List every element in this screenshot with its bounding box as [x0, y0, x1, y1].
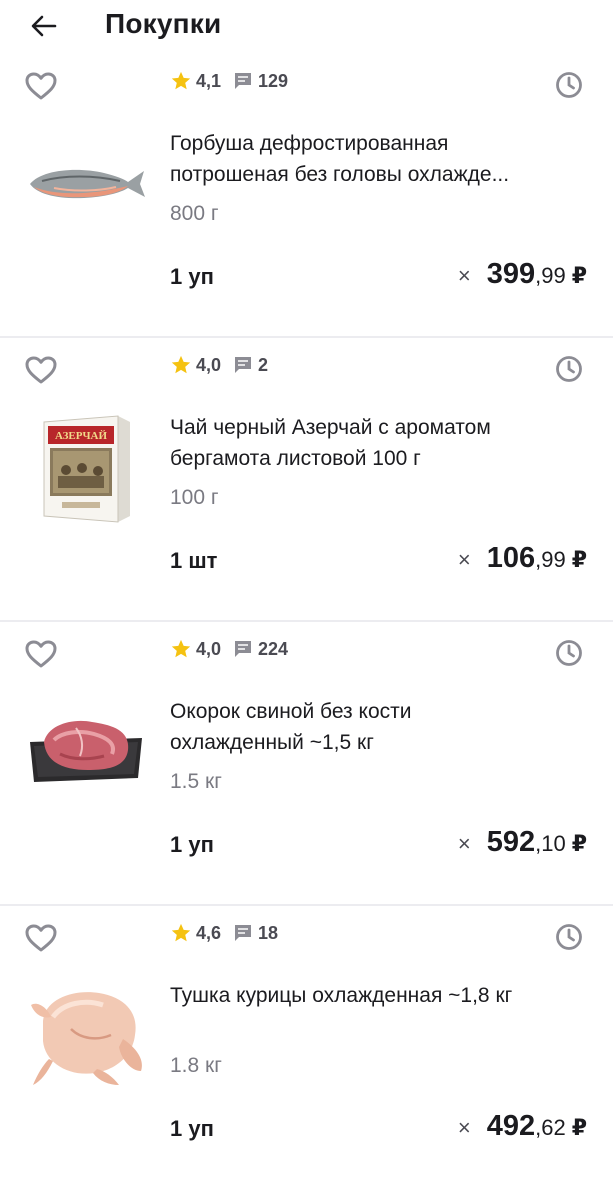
currency: ₽	[571, 263, 587, 288]
quantity: 1 уп	[170, 1116, 214, 1141]
comment-icon	[235, 925, 252, 941]
product-image-chicken[interactable]	[22, 976, 150, 1096]
rating-value: 4,6	[196, 922, 222, 943]
star-icon	[171, 639, 191, 658]
history-button[interactable]	[552, 920, 586, 954]
price-integer: 592	[486, 826, 536, 858]
clock-icon	[556, 72, 582, 98]
fish-image	[30, 169, 145, 199]
product-list: 4,1 129 Горбуша дефростированная потроше…	[0, 54, 613, 1190]
price-decimals: ,99	[535, 547, 566, 572]
heart-icon	[25, 924, 57, 952]
history-button[interactable]	[552, 68, 586, 102]
product-name[interactable]: Тушка курицы охлажденная ~1,8 кг	[170, 980, 550, 1011]
clock-icon	[556, 640, 582, 666]
times-sign: ×	[457, 547, 471, 572]
times-sign: ×	[457, 263, 471, 288]
rating-row: 4,6 18	[170, 922, 278, 944]
heart-icon	[25, 640, 57, 668]
review-count: 129	[258, 70, 289, 91]
star-icon	[171, 923, 191, 942]
product-name[interactable]: Окорок свиной без кости охлажденный ~1,5…	[170, 696, 550, 758]
review-count: 224	[258, 638, 289, 659]
times-sign: ×	[457, 1115, 471, 1140]
currency: ₽	[571, 547, 587, 572]
back-button[interactable]	[22, 6, 66, 46]
rating-value: 4,0	[196, 354, 222, 375]
favorite-button[interactable]	[20, 634, 62, 674]
favorite-button[interactable]	[20, 918, 62, 958]
rating-value: 4,1	[196, 70, 222, 91]
history-button[interactable]	[552, 352, 586, 386]
pork-image	[30, 720, 142, 782]
review-count: 2	[258, 354, 269, 375]
tea-brand-logo: АЗЕРЧАЙ	[55, 430, 108, 442]
product-image-pork[interactable]	[22, 692, 150, 812]
price-integer: 399	[486, 258, 536, 290]
price-decimals: ,10	[535, 831, 566, 856]
chicken-image	[31, 992, 142, 1085]
heart-icon	[25, 356, 57, 384]
rating-row: 4,0 2	[170, 354, 268, 376]
price: × 592 ,10 ₽	[458, 826, 587, 859]
list-item[interactable]: 4,0 224 Окорок свиной без кости охлажден…	[0, 622, 613, 906]
rating-value: 4,0	[196, 638, 222, 659]
price-integer: 492	[486, 1110, 536, 1142]
favorite-button[interactable]	[20, 350, 62, 390]
times-sign: ×	[457, 831, 471, 856]
price-decimals: ,62	[535, 1115, 566, 1140]
price: × 106 ,99 ₽	[458, 542, 587, 575]
comment-icon	[235, 357, 252, 373]
product-name[interactable]: Горбуша дефростированная потрошеная без …	[170, 128, 550, 190]
product-name[interactable]: Чай черный Азерчай с ароматом бергамота …	[170, 412, 550, 474]
clock-icon	[556, 356, 582, 382]
product-weight: 1.8 кг	[170, 1054, 222, 1077]
favorite-button[interactable]	[20, 66, 62, 106]
review-count: 18	[258, 922, 279, 943]
list-item[interactable]: 4,6 18 Тушка курицы охлажденная ~1,8 кг …	[0, 906, 613, 1190]
price: × 492 ,62 ₽	[458, 1110, 587, 1143]
list-item[interactable]: 4,1 129 Горбуша дефростированная потроше…	[0, 54, 613, 338]
quantity: 1 шт	[170, 548, 218, 573]
rating-row: 4,1 129	[170, 70, 288, 92]
comment-icon	[235, 641, 252, 657]
star-icon	[171, 355, 191, 374]
product-image-fish[interactable]	[22, 124, 150, 244]
rating-row: 4,0 224	[170, 638, 288, 660]
tea-box-image: АЗЕРЧАЙ	[43, 415, 130, 523]
history-button[interactable]	[552, 636, 586, 670]
product-weight: 1.5 кг	[170, 770, 222, 793]
product-weight: 800 г	[170, 202, 219, 225]
star-icon	[171, 71, 191, 90]
quantity: 1 уп	[170, 264, 214, 289]
quantity: 1 уп	[170, 832, 214, 857]
clock-icon	[556, 924, 582, 950]
currency: ₽	[571, 831, 587, 856]
header: Покупки	[0, 0, 613, 54]
product-image-tea[interactable]: АЗЕРЧАЙ	[22, 408, 150, 528]
price-decimals: ,99	[535, 263, 566, 288]
product-weight: 100 г	[170, 486, 219, 509]
page-title: Покупки	[105, 8, 222, 39]
heart-icon	[25, 72, 57, 100]
list-item[interactable]: 4,0 2 АЗЕРЧАЙ Чай черный Азерчай с арома…	[0, 338, 613, 622]
price-integer: 106	[486, 542, 536, 574]
arrow-left-icon	[31, 15, 57, 37]
comment-icon	[235, 73, 252, 89]
currency: ₽	[571, 1115, 587, 1140]
price: × 399 ,99 ₽	[458, 258, 587, 291]
